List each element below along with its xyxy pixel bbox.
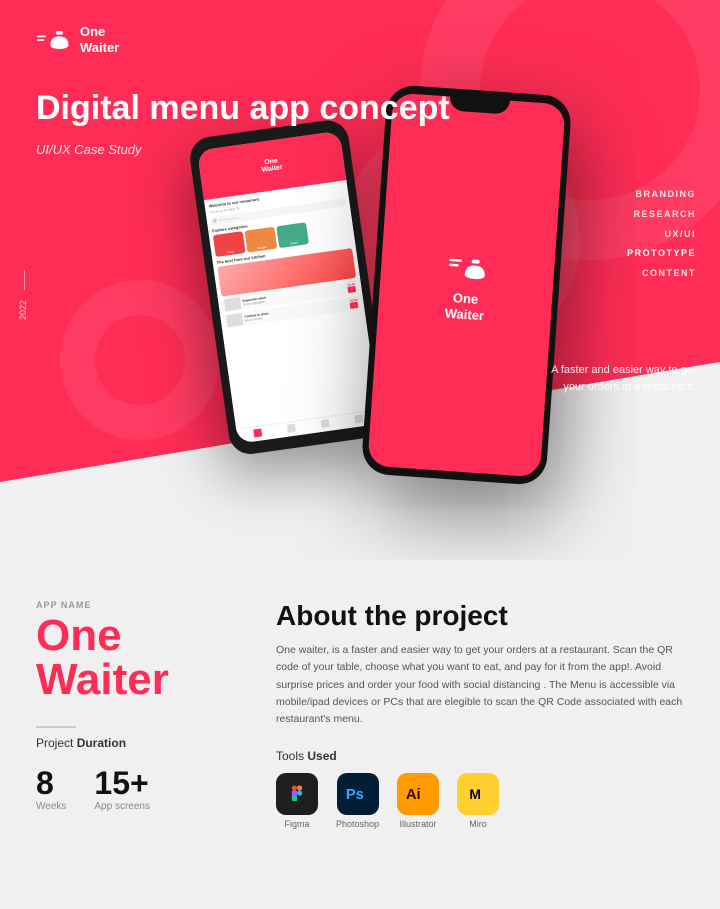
screens-label: App screens bbox=[94, 801, 150, 812]
hero-tagline: A faster and easier way to get your orde… bbox=[551, 362, 696, 395]
phones-mockup: One Waiter Welcome to our restaurant You… bbox=[189, 90, 569, 530]
year-label: 2022 bbox=[18, 300, 28, 320]
svg-text:M: M bbox=[469, 786, 481, 802]
duration-label: Project Duration bbox=[36, 736, 256, 750]
tools-label: Tools Used bbox=[276, 749, 684, 763]
svg-text:Ps: Ps bbox=[345, 787, 363, 803]
project-info-row: APP NAME One Waiter Project Duration 8 W… bbox=[36, 600, 684, 829]
stats-row: 8 Weeks 15+ App screens bbox=[36, 766, 256, 812]
hero-subtitle: UI/UX Case Study bbox=[36, 142, 142, 157]
photoshop-label: Photoshop bbox=[336, 819, 379, 829]
hero-title: Digital menu app concept bbox=[36, 88, 450, 129]
tool-photoshop: Ps Photoshop bbox=[336, 773, 379, 829]
illustrator-icon: Ai bbox=[397, 773, 439, 815]
weeks-label: Weeks bbox=[36, 801, 66, 812]
nav-branding[interactable]: BRANDING bbox=[627, 185, 696, 205]
app-big-name: One Waiter bbox=[36, 614, 256, 702]
tool-illustrator: Ai Illustrator bbox=[397, 773, 439, 829]
photoshop-icon: Ps bbox=[337, 773, 379, 815]
right-info: About the project One waiter, is a faste… bbox=[276, 600, 684, 829]
phone-back-screen: One Waiter Welcome to our restaurant You… bbox=[197, 131, 381, 444]
nav-content[interactable]: CONTENT bbox=[627, 264, 696, 284]
navigation: BRANDING RESEARCH UX/UI PROTOTYPE CONTEN… bbox=[627, 185, 696, 284]
phone-front: One Waiter bbox=[361, 84, 573, 486]
phone-front-screen: One Waiter bbox=[367, 92, 566, 477]
nav-uxui[interactable]: UX/UI bbox=[627, 225, 696, 245]
lower-section: APP NAME One Waiter Project Duration 8 W… bbox=[0, 560, 720, 909]
year-line bbox=[24, 270, 25, 290]
logo: One Waiter bbox=[36, 22, 119, 58]
left-info: APP NAME One Waiter Project Duration 8 W… bbox=[36, 600, 256, 829]
figma-label: Figma bbox=[284, 819, 309, 829]
duration-section: Project Duration 8 Weeks 15+ App screens bbox=[36, 736, 256, 812]
nav-research[interactable]: RESEARCH bbox=[627, 205, 696, 225]
stat-weeks: 8 Weeks bbox=[36, 766, 66, 812]
tools-section: Tools Used bbox=[276, 749, 684, 829]
illustrator-label: Illustrator bbox=[400, 819, 437, 829]
miro-icon: M bbox=[457, 773, 499, 815]
app-name-label: APP NAME bbox=[36, 600, 256, 610]
nav-prototype[interactable]: PROTOTYPE bbox=[627, 244, 696, 264]
miro-label: Miro bbox=[469, 819, 487, 829]
weeks-number: 8 bbox=[36, 766, 66, 801]
about-text: One waiter, is a faster and easier way t… bbox=[276, 642, 684, 729]
hero-section: One Waiter Digital menu app concept UI/U… bbox=[0, 0, 720, 560]
tool-figma: Figma bbox=[276, 773, 318, 829]
svg-text:Ai: Ai bbox=[406, 787, 421, 803]
stat-screens: 15+ App screens bbox=[94, 766, 150, 812]
figma-icon bbox=[276, 773, 318, 815]
phone-back: One Waiter Welcome to our restaurant You… bbox=[187, 118, 390, 457]
tools-row: Figma Ps Photoshop bbox=[276, 773, 684, 829]
about-title: About the project bbox=[276, 600, 684, 632]
screens-number: 15+ bbox=[94, 766, 150, 801]
tool-miro: M Miro bbox=[457, 773, 499, 829]
logo-text: One Waiter bbox=[80, 24, 119, 55]
logo-icon bbox=[36, 22, 72, 58]
divider bbox=[36, 726, 76, 728]
